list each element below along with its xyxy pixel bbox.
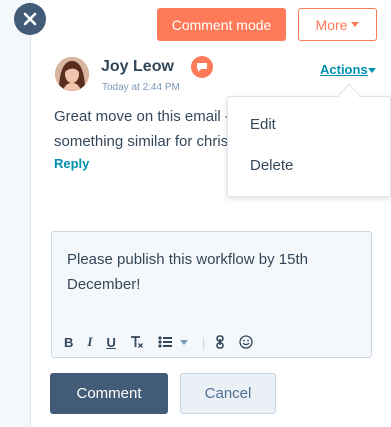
- comment-timestamp: Today at 2:44 PM: [102, 82, 180, 93]
- close-button[interactable]: [14, 3, 46, 35]
- bold-button[interactable]: B: [64, 335, 73, 350]
- menu-item-edit[interactable]: Edit: [250, 116, 276, 133]
- actions-dropdown-toggle[interactable]: Actions: [320, 62, 368, 77]
- clear-format-icon: [130, 336, 143, 348]
- comment-text-line: Great move on this email -: [54, 108, 230, 125]
- list-icon: [158, 336, 172, 348]
- avatar: [55, 57, 89, 91]
- editor-toolbar: B I U |: [64, 332, 267, 352]
- emoji-button[interactable]: [239, 335, 253, 349]
- close-icon: [23, 12, 37, 26]
- actions-caret-icon[interactable]: [368, 68, 376, 73]
- italic-button[interactable]: I: [87, 334, 92, 350]
- actions-menu: Edit Delete: [227, 96, 391, 197]
- clear-format-button[interactable]: [130, 335, 144, 349]
- note-icon: [197, 63, 207, 72]
- comment-mode-button[interactable]: Comment mode: [157, 8, 286, 41]
- more-button[interactable]: More: [298, 8, 377, 41]
- comment-author: Joy Leow: [101, 58, 174, 75]
- submit-comment-button[interactable]: Comment: [50, 373, 168, 414]
- comment-body: Great move on this email - something sim…: [54, 104, 239, 154]
- underline-button[interactable]: U: [106, 335, 115, 350]
- user-photo: [55, 57, 89, 91]
- more-button-label: More: [315, 16, 348, 33]
- reply-link[interactable]: Reply: [54, 156, 89, 171]
- comment-input[interactable]: Please publish this workflow by 15th Dec…: [67, 247, 357, 297]
- comment-text-line: something similar for chris: [54, 133, 229, 150]
- emoji-icon: [239, 335, 253, 349]
- list-button[interactable]: [158, 336, 188, 348]
- cancel-button[interactable]: Cancel: [180, 373, 276, 414]
- toolbar-divider: |: [201, 334, 206, 350]
- menu-item-delete[interactable]: Delete: [250, 157, 293, 174]
- link-button[interactable]: [215, 335, 225, 349]
- comment-badge: [191, 56, 213, 78]
- comment-editor[interactable]: Please publish this workflow by 15th Dec…: [51, 231, 372, 358]
- link-icon: [216, 335, 225, 349]
- list-caret-icon: [179, 339, 188, 345]
- caret-down-icon: [351, 22, 360, 27]
